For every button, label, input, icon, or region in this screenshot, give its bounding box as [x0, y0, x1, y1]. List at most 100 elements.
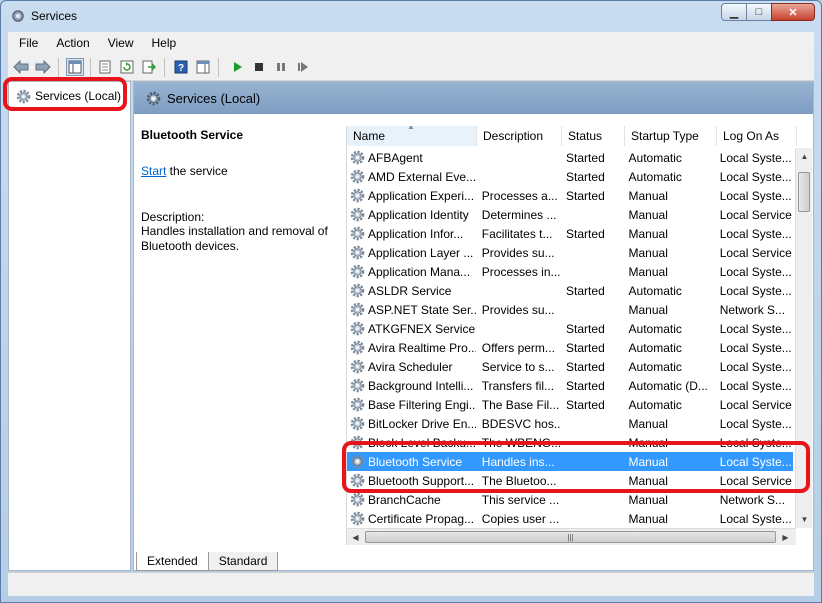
title-bar[interactable]: Services ▁ □ ✕ — [1, 1, 821, 31]
service-gear-icon — [350, 435, 365, 450]
service-status: Started — [566, 283, 605, 298]
service-row[interactable]: ATKGFNEX Service Started Automatic Local Sy… — [347, 319, 793, 338]
service-gear-icon — [350, 245, 365, 260]
service-row[interactable]: Application Mana... Processes in... Manual… — [347, 262, 793, 281]
gear-icon — [146, 91, 161, 105]
sort-ascending-icon: ▲ — [407, 126, 415, 131]
export-list-button[interactable] — [140, 58, 158, 76]
service-status: Started — [566, 226, 605, 241]
column-header-log-on-as[interactable]: Log On As — [717, 126, 797, 146]
service-name: Bluetooth Support... — [347, 473, 476, 488]
service-gear-icon — [350, 397, 365, 412]
service-row[interactable]: Certificate Propag... Copies user ... Manu… — [347, 509, 793, 528]
service-row[interactable]: AMD External Eve... Started Automatic Local… — [347, 167, 793, 186]
service-row[interactable]: Base Filtering Engi... The Base Fil... Sta… — [347, 395, 793, 414]
extended-description-panel: Bluetooth Service Start the service Desc… — [141, 128, 337, 254]
console-tree-toggle-button[interactable] — [66, 58, 84, 76]
selected-service-title: Bluetooth Service — [141, 128, 244, 142]
service-name: AFBAgent — [347, 150, 476, 165]
scroll-down-icon[interactable]: ▼ — [796, 511, 812, 528]
start-service-button[interactable] — [228, 58, 246, 76]
vertical-scrollbar[interactable]: ▲ ▼ — [795, 148, 812, 528]
service-startup-type: Manual — [628, 188, 668, 203]
service-name-text: Bluetooth Service — [368, 454, 463, 469]
service-row[interactable]: Block Level Backu... The WBENG... Manual Lo… — [347, 433, 793, 452]
service-log-on-as: Local Syste... — [719, 511, 792, 526]
menu-help[interactable]: Help — [141, 36, 184, 50]
service-row[interactable]: AFBAgent Started Automatic Local Syste... — [347, 148, 793, 167]
scroll-left-icon[interactable]: ◀ — [347, 529, 364, 545]
service-row[interactable]: Background Intelli... Transfers fil... Sta… — [347, 376, 793, 395]
services-list: ▲ Name Description Status Startup Type L… — [346, 126, 812, 545]
service-description: Facilitates t... — [481, 226, 553, 241]
vertical-scroll-thumb[interactable] — [798, 172, 810, 212]
horizontal-scroll-thumb[interactable]: ||| — [365, 531, 776, 543]
service-description: This service ... — [481, 492, 560, 507]
toolbar: ? — [8, 54, 814, 81]
help-button[interactable]: ? — [172, 58, 190, 76]
service-startup-type: Manual — [628, 302, 668, 317]
show-hide-action-pane-button[interactable] — [194, 58, 212, 76]
service-row[interactable]: Avira Realtime Pro... Offers perm... Start… — [347, 338, 793, 357]
service-description: Provides su... — [481, 302, 555, 317]
service-row[interactable]: Avira Scheduler Service to s... Started Aut… — [347, 357, 793, 376]
pane-header: Services (Local) — [134, 82, 813, 114]
stop-service-button[interactable] — [250, 58, 268, 76]
service-row[interactable]: BranchCache This service ... Manual Network… — [347, 490, 793, 509]
pause-service-button[interactable] — [272, 58, 290, 76]
scroll-up-icon[interactable]: ▲ — [796, 148, 812, 165]
service-rows: AFBAgent Started Automatic Local Syste... AM… — [347, 148, 793, 545]
service-name-text: Application Identity — [368, 207, 469, 222]
service-description: Processes a... — [481, 188, 558, 203]
tab-standard[interactable]: Standard — [207, 552, 279, 571]
service-row[interactable]: ASLDR Service Started Automatic Local Syste… — [347, 281, 793, 300]
scroll-right-icon[interactable]: ▶ — [777, 529, 794, 545]
service-name: BranchCache — [347, 492, 476, 507]
service-row[interactable]: ASP.NET State Ser... Provides su... Manual… — [347, 300, 793, 319]
service-description: Offers perm... — [481, 340, 555, 355]
tab-extended[interactable]: Extended — [136, 552, 209, 571]
menu-action[interactable]: Action — [45, 36, 96, 50]
service-row[interactable]: Application Layer ... Provides su... Manua… — [347, 243, 793, 262]
service-row[interactable]: Application Infor... Facilitates t... Star… — [347, 224, 793, 243]
service-status: Started — [566, 378, 605, 393]
column-header-name[interactable]: ▲ Name — [347, 126, 477, 146]
service-row[interactable]: Application Identity Determines ... Manual… — [347, 205, 793, 224]
column-header-status[interactable]: Status — [562, 126, 625, 146]
service-name-text: AFBAgent — [368, 150, 423, 165]
close-button[interactable]: ✕ — [771, 3, 815, 21]
service-gear-icon — [350, 283, 365, 298]
service-log-on-as: Local Service — [719, 207, 792, 222]
status-bar — [8, 572, 814, 596]
service-name-text: ATKGFNEX Service — [368, 321, 476, 336]
service-row[interactable]: Bluetooth Support... The Bluetoo... Manual… — [347, 471, 793, 490]
service-startup-type: Automatic — [628, 321, 682, 336]
back-button[interactable] — [12, 58, 30, 76]
menu-file[interactable]: File — [8, 36, 45, 50]
menu-view[interactable]: View — [97, 36, 141, 50]
column-header-description[interactable]: Description — [477, 126, 562, 146]
tree-item-services-local[interactable]: Services (Local) — [13, 86, 124, 106]
service-row[interactable]: Application Experi... Processes a... Start… — [347, 186, 793, 205]
service-startup-type: Manual — [628, 454, 668, 469]
service-gear-icon — [350, 226, 365, 241]
column-header-startup-type[interactable]: Startup Type — [625, 126, 717, 146]
service-log-on-as: Local Syste... — [719, 359, 792, 374]
service-status: Started — [566, 397, 605, 412]
start-service-link[interactable]: Start — [141, 164, 166, 178]
forward-arrow-icon — [35, 60, 51, 74]
service-gear-icon — [350, 378, 365, 393]
service-description: Copies user ... — [481, 511, 560, 526]
restart-service-button[interactable] — [294, 58, 312, 76]
minimize-button[interactable]: ▁ — [721, 3, 747, 21]
column-header-label: Startup Type — [631, 129, 699, 143]
service-row[interactable]: BitLocker Drive En... BDESVC hos... Manual… — [347, 414, 793, 433]
properties-button[interactable] — [96, 58, 114, 76]
refresh-button[interactable] — [118, 58, 136, 76]
maximize-button[interactable]: □ — [746, 3, 772, 21]
service-row[interactable]: Bluetooth Service Handles ins... Manual Loc… — [347, 452, 793, 471]
service-description: Transfers fil... — [481, 378, 555, 393]
horizontal-scrollbar[interactable]: ◀ ||| ▶ — [347, 528, 796, 545]
forward-button[interactable] — [34, 58, 52, 76]
service-gear-icon — [350, 511, 365, 526]
